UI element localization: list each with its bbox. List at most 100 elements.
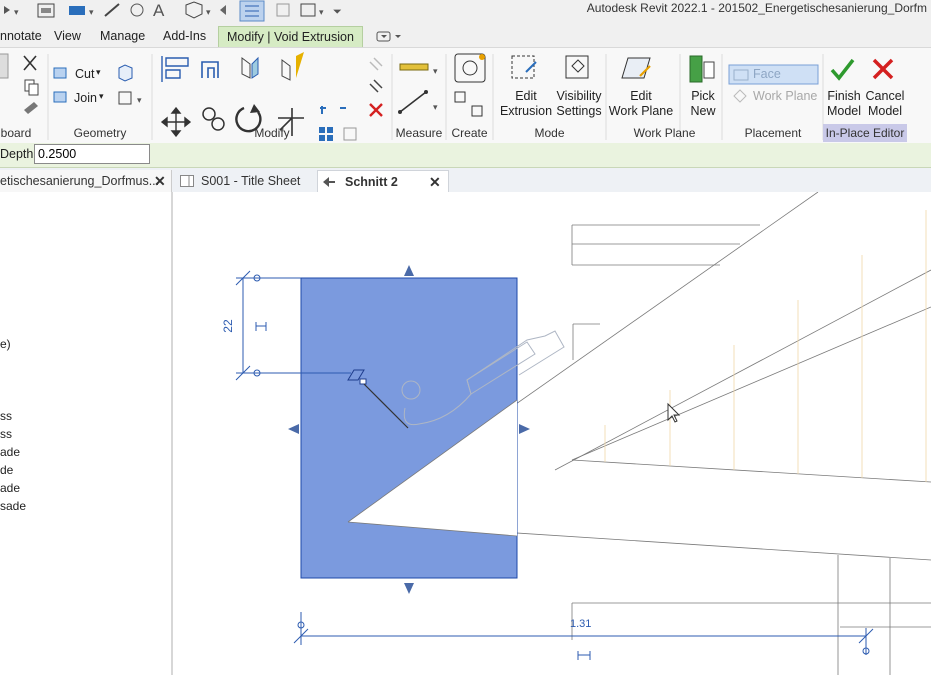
panel-work-plane-label[interactable]: Work Plane (606, 124, 723, 142)
work-plane-button-label[interactable]: Work Plane (753, 89, 817, 103)
tab-title-sheet-label: S001 - Title Sheet (201, 174, 301, 188)
ribbon: ▾ ▾ ▾ Cut ▾ Join ▾ Edit Extrusion Visibi… (0, 47, 931, 145)
panel-clipboard-label[interactable]: board (0, 124, 36, 142)
shape-handle-top[interactable] (404, 265, 414, 276)
shape-handle-bottom[interactable] (404, 583, 414, 594)
edit-extrusion-icon[interactable] (511, 55, 537, 79)
pin-icon[interactable] (369, 79, 383, 93)
tree-item[interactable]: ade (0, 481, 20, 495)
dimension-vertical-value[interactable]: 22 (221, 319, 235, 333)
unpin-icon[interactable] (369, 57, 383, 71)
edit-extrusion-button[interactable]: Edit Extrusion (498, 89, 554, 119)
panel-mode-label[interactable]: Mode (493, 124, 606, 142)
finish-model-icon[interactable] (830, 58, 855, 81)
edit-work-plane-label-1: Edit (630, 89, 652, 103)
project-browser-tab[interactable]: etischesanierung_Dorfmus... ✕ (0, 170, 172, 192)
visibility-settings-button[interactable]: Visibility Settings (552, 89, 606, 119)
edit-work-plane-button[interactable]: Edit Work Plane (606, 89, 676, 119)
cancel-model-label-1: Cancel (865, 89, 905, 103)
measure-between-icon[interactable]: ▾ (399, 63, 438, 76)
edit-work-plane-icon[interactable] (621, 57, 651, 79)
tab-add-ins[interactable]: Add-Ins (157, 26, 212, 46)
svg-text:▾: ▾ (14, 7, 19, 17)
wall-joins-icon[interactable] (118, 64, 133, 82)
finish-model-button[interactable]: Finish Model (824, 89, 864, 119)
tab-section[interactable]: Schnitt 2 ✕ (317, 170, 449, 193)
cut-geometry-label[interactable]: Cut (75, 67, 94, 81)
measure-icon[interactable]: ▾ (69, 6, 94, 17)
undo-icon[interactable]: ▾ (4, 6, 19, 17)
text-icon[interactable]: A (153, 1, 165, 20)
print-icon[interactable] (37, 3, 55, 18)
face-button-label[interactable]: Face (753, 67, 781, 81)
panel-measure-label[interactable]: Measure (392, 124, 446, 142)
create-similar-icon[interactable] (454, 53, 486, 83)
join-geometry-label[interactable]: Join (74, 91, 97, 105)
svg-text:▾: ▾ (137, 95, 142, 105)
finish-model-label-2: Model (826, 104, 862, 118)
dimension-icon[interactable] (104, 3, 120, 17)
cancel-model-label-2: Model (867, 104, 903, 118)
mirror-axis-icon[interactable] (241, 56, 259, 79)
tree-item[interactable]: ss (0, 409, 12, 423)
tab-view[interactable]: View (48, 26, 87, 46)
tree-item[interactable]: sade (0, 499, 26, 513)
switch-windows-icon[interactable]: ▾ (300, 3, 324, 17)
cancel-model-button[interactable]: Cancel Model (864, 89, 906, 119)
join-geometry-icon[interactable] (53, 91, 67, 103)
cut-clipboard-icon[interactable] (23, 55, 37, 71)
visibility-settings-icon[interactable] (565, 55, 589, 79)
tag-icon[interactable] (130, 3, 144, 17)
panel-geometry-label[interactable]: Geometry (48, 124, 152, 142)
3d-view-icon[interactable]: ▾ (185, 1, 211, 19)
panel-create-label[interactable]: Create (446, 124, 493, 142)
copy-icon[interactable] (24, 79, 39, 96)
section-view-drawing[interactable]: 22 1.31 (173, 192, 931, 675)
mirror-draw-icon[interactable] (281, 52, 304, 81)
dimension-horizontal-value[interactable]: 1.31 (570, 618, 591, 630)
pick-new-icon[interactable] (689, 55, 715, 83)
offset-icon[interactable] (201, 61, 219, 78)
finish-model-label-1: Finish (827, 89, 861, 103)
tree-item[interactable]: ss (0, 427, 12, 441)
close-tab-icon[interactable]: ✕ (429, 171, 441, 193)
aligned-dimension-icon[interactable]: ▾ (398, 90, 438, 114)
tab-manage[interactable]: Manage (94, 26, 151, 46)
split-element-icon[interactable] (320, 106, 346, 114)
cancel-model-icon[interactable] (872, 58, 894, 80)
svg-text:▾: ▾ (433, 66, 438, 76)
paste-icon[interactable] (0, 53, 9, 79)
close-hidden-icon[interactable] (276, 3, 290, 17)
tab-title-sheet[interactable]: S001 - Title Sheet (176, 170, 314, 192)
panel-placement-label[interactable]: Placement (723, 124, 823, 142)
shape-handle-left[interactable] (288, 424, 299, 434)
join-dropdown-icon[interactable]: ▾ (99, 91, 104, 102)
svg-text:▾: ▾ (319, 7, 324, 17)
ribbon-minimize-icon[interactable] (376, 30, 406, 44)
align-icon[interactable] (161, 56, 189, 82)
tab-modify-void-extrusion[interactable]: Modify | Void Extrusion (218, 26, 363, 47)
create-group-icon[interactable] (454, 91, 483, 117)
tree-item[interactable]: ade (0, 445, 20, 459)
tab-annotate[interactable]: nnotate (0, 26, 48, 46)
shape-handle-right[interactable] (519, 424, 530, 434)
customize-qat-icon[interactable]: ⏷ (333, 6, 342, 18)
cut-geometry-icon[interactable] (53, 67, 67, 79)
close-project-browser-icon[interactable]: ✕ (154, 170, 166, 192)
match-properties-icon[interactable] (24, 102, 38, 114)
pick-new-label-2: New (690, 104, 716, 118)
cut-dropdown-icon[interactable]: ▾ (96, 67, 101, 78)
depth-input[interactable] (34, 144, 150, 164)
panel-modify-label[interactable]: Modify (152, 124, 392, 142)
project-browser-title: etischesanierung_Dorfmus... (0, 174, 160, 188)
split-face-icon[interactable]: ▾ (118, 91, 142, 105)
thin-lines-icon[interactable] (239, 0, 265, 22)
panel-in-place-editor-label[interactable]: In-Place Editor (823, 124, 907, 142)
tree-item[interactable]: de (0, 463, 13, 477)
pick-new-button[interactable]: Pick New (683, 89, 723, 119)
section-icon[interactable] (220, 5, 226, 15)
tree-item[interactable]: e) (0, 337, 11, 351)
project-browser: e) ss ss ade de ade sade (0, 192, 173, 675)
drawing-canvas[interactable]: 22 1.31 (173, 192, 931, 675)
delete-icon[interactable] (369, 103, 383, 117)
